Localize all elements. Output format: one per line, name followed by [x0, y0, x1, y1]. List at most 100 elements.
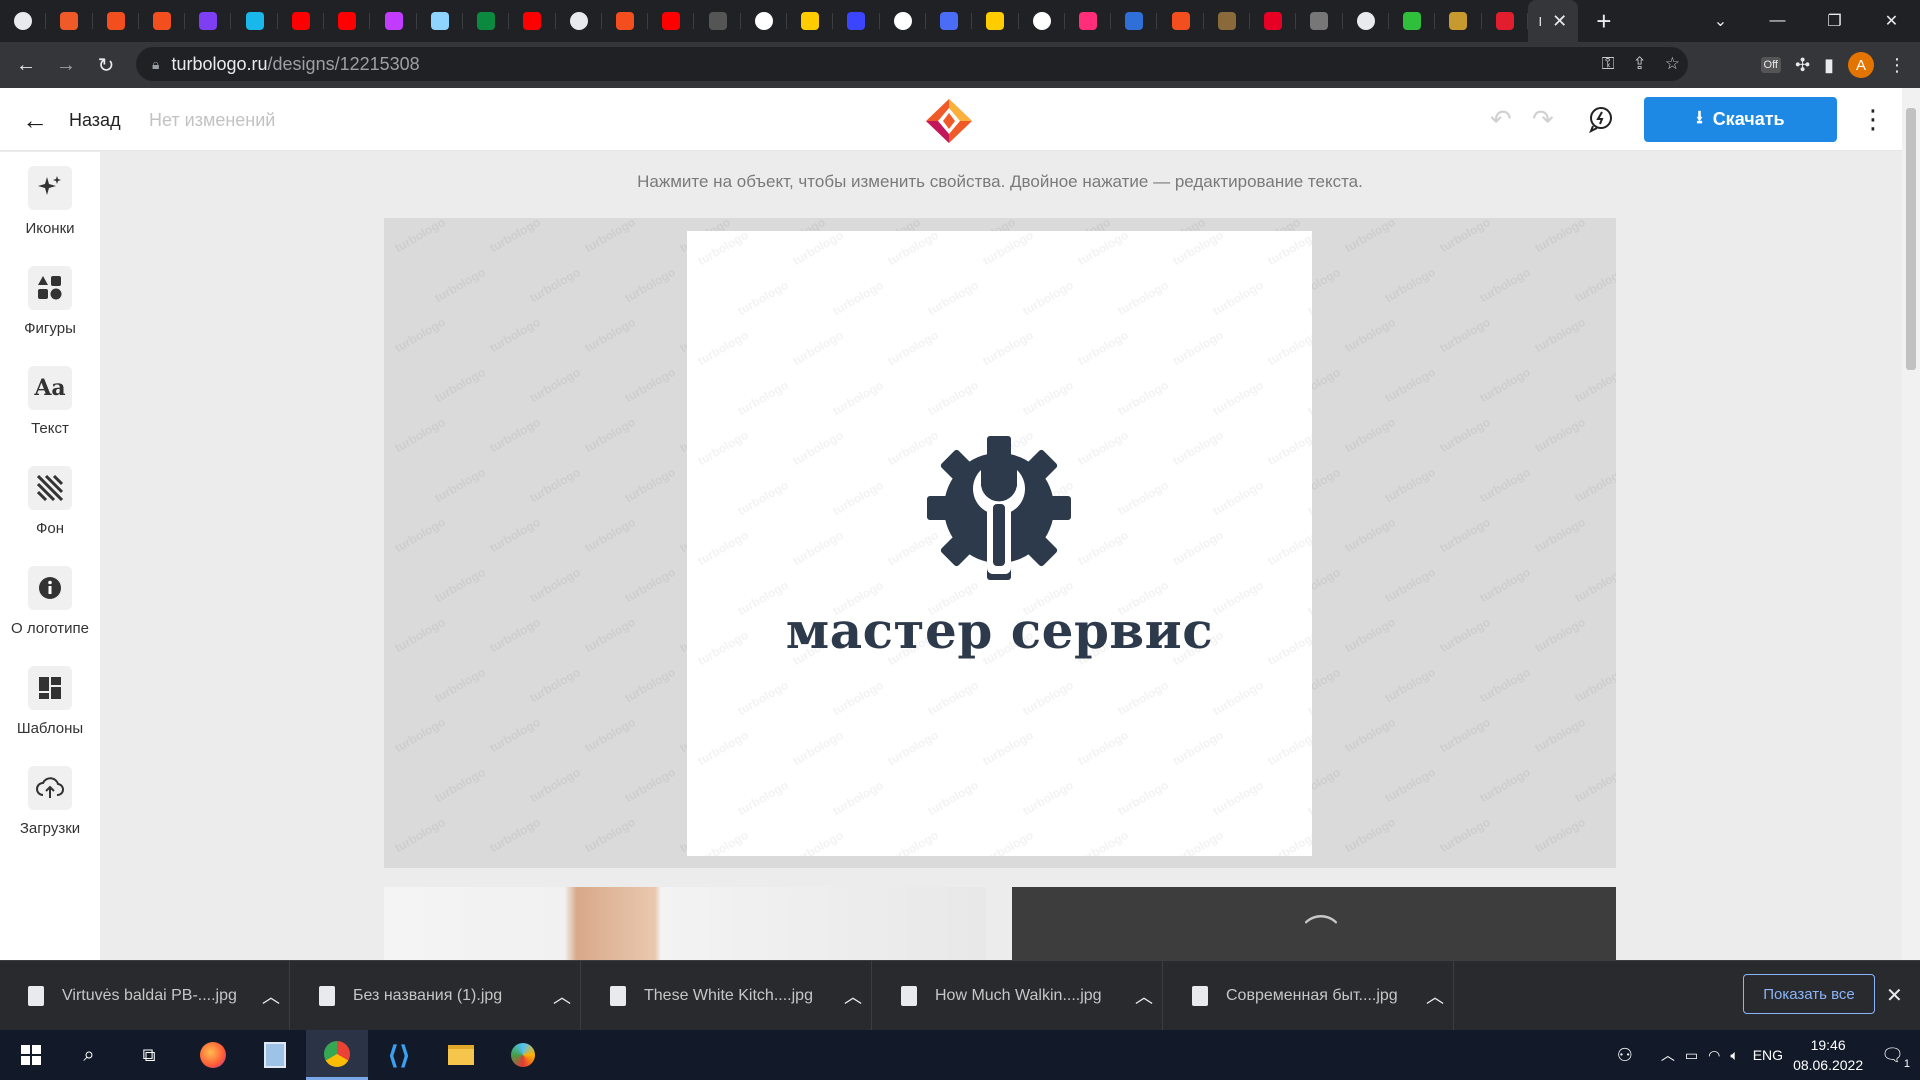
firefox-icon[interactable] [182, 1030, 244, 1080]
browser-tab[interactable] [1296, 0, 1343, 42]
chevron-up-icon[interactable]: ︿ [262, 983, 280, 1009]
download-item[interactable]: How Much Walkin....jpg ︿ [873, 961, 1163, 1031]
new-tab-button[interactable]: + [1584, 6, 1624, 37]
chevron-up-icon[interactable]: ︿ [1426, 983, 1444, 1009]
paint-icon[interactable] [492, 1030, 554, 1080]
browser-tab[interactable] [417, 0, 464, 42]
browser-tab[interactable] [370, 0, 417, 42]
gear-wrench-logo-icon[interactable] [924, 433, 1074, 583]
chrome-icon[interactable] [306, 1030, 368, 1080]
battery-icon[interactable]: ▭ [1685, 1047, 1698, 1064]
download-item[interactable]: Virtuvės baldai PB-....jpg ︿ [0, 961, 290, 1031]
profile-avatar[interactable]: A [1848, 52, 1874, 78]
sidebar-item-background-stripes[interactable]: Фон [0, 466, 100, 537]
notepad-icon[interactable] [244, 1030, 306, 1080]
browser-tab[interactable] [556, 0, 603, 42]
notifications-icon[interactable]: 🗨︎ 1 [1881, 1045, 1910, 1070]
sidebar-item-templates-grid[interactable]: Шаблоны [0, 666, 100, 737]
sidebar-item-text-aa[interactable]: Aa Текст [0, 366, 100, 437]
browser-tab[interactable] [1157, 0, 1205, 42]
sidebar-item-info[interactable]: О логотипе [0, 566, 100, 637]
browser-tab[interactable] [46, 0, 93, 42]
browser-tab[interactable] [93, 0, 140, 42]
chevron-up-icon[interactable]: ︿ [844, 983, 862, 1009]
download-button[interactable]: ⭳ Скачать [1644, 97, 1837, 142]
browser-tab[interactable] [1482, 0, 1529, 42]
browser-tab[interactable] [1204, 0, 1251, 42]
browser-tab[interactable] [880, 0, 927, 42]
share-icon[interactable]: ⇪ [1633, 54, 1647, 74]
task-view-icon[interactable]: ⧉ [118, 1030, 180, 1080]
browser-tab[interactable] [741, 0, 788, 42]
chrome-menu-icon[interactable]: ⋮ [1888, 55, 1906, 76]
redo-icon[interactable]: ↷ [1532, 104, 1554, 135]
search-icon[interactable]: ⌕ [58, 1030, 120, 1080]
side-panel-icon[interactable]: ▮ [1824, 55, 1834, 76]
scrollbar-thumb[interactable] [1906, 108, 1916, 370]
tab-search-chevron-icon[interactable]: ⌄ [1692, 0, 1749, 42]
browser-tab[interactable] [1250, 0, 1297, 42]
restore-button[interactable]: ❐ [1806, 0, 1863, 42]
close-tab-icon[interactable]: ✕ [1552, 11, 1567, 32]
browser-tab[interactable] [278, 0, 325, 42]
download-item[interactable]: These White Kitch....jpg ︿ [582, 961, 872, 1031]
sidebar-item-sparkle[interactable]: Иконки [0, 166, 100, 237]
chevron-up-icon[interactable]: ︿ [553, 983, 571, 1009]
template-card[interactable] [384, 887, 986, 960]
browser-tab[interactable] [833, 0, 880, 42]
back-arrow-icon[interactable]: ← [22, 105, 48, 136]
turbologo-logo-icon[interactable] [924, 98, 974, 144]
browser-tab[interactable] [139, 0, 186, 42]
browser-back-button[interactable]: ← [6, 45, 46, 85]
browser-tab[interactable] [324, 0, 371, 42]
logo-text[interactable]: мастер сервис [687, 601, 1312, 660]
volume-icon[interactable]: 🔈︎ [1730, 1047, 1738, 1064]
browser-forward-button[interactable]: → [46, 45, 86, 85]
browser-tab[interactable] [1389, 0, 1436, 42]
browser-tab[interactable] [1019, 0, 1066, 42]
browser-tab[interactable] [1343, 0, 1390, 42]
sidebar-item-shapes[interactable]: Фигуры [0, 266, 100, 337]
close-window-button[interactable]: ✕ [1863, 0, 1920, 42]
extension-off-icon[interactable]: Off [1760, 57, 1781, 73]
browser-tab[interactable] [0, 0, 47, 42]
download-item[interactable]: Современная быт....jpg ︿ [1164, 961, 1454, 1031]
show-all-downloads-button[interactable]: Показать все [1743, 974, 1875, 1014]
back-button[interactable]: Назад [69, 110, 121, 131]
browser-tab[interactable] [602, 0, 649, 42]
chevron-up-icon[interactable]: ︿ [1135, 983, 1153, 1009]
clock[interactable]: 19:46 08.06.2022 [1793, 1035, 1863, 1075]
address-bar[interactable]: 🔒︎ turbologo.ru/designs/12215308 ⚿ ⇪ ☆ [136, 47, 1688, 81]
people-icon[interactable]: ⚇ [1617, 1045, 1633, 1066]
browser-tab[interactable] [1065, 0, 1112, 42]
extensions-puzzle-icon[interactable]: ✣ [1795, 55, 1810, 76]
more-menu-icon[interactable]: ⋮ [1860, 104, 1886, 135]
browser-tab[interactable] [1111, 0, 1158, 42]
language-indicator[interactable]: ENG [1753, 1047, 1783, 1063]
close-icon[interactable]: ✕ [1886, 983, 1903, 1008]
minimize-button[interactable]: — [1749, 0, 1806, 42]
key-icon[interactable]: ⚿ [1602, 54, 1615, 74]
tray-chevron-icon[interactable]: ︿ [1661, 1045, 1675, 1065]
feedback-chat-icon[interactable] [1586, 104, 1616, 134]
browser-tab[interactable] [463, 0, 510, 42]
browser-tab[interactable] [694, 0, 742, 42]
page-scrollbar[interactable] [1902, 88, 1920, 960]
wifi-icon[interactable]: ◠ [1708, 1047, 1720, 1064]
browser-tab[interactable] [648, 0, 695, 42]
browser-tab[interactable] [509, 0, 556, 42]
browser-tab[interactable] [231, 0, 279, 42]
browser-tab[interactable] [926, 0, 973, 42]
browser-tab[interactable] [1435, 0, 1482, 42]
windows-start-icon[interactable] [0, 1030, 62, 1080]
browser-tab[interactable] [972, 0, 1019, 42]
bookmark-star-icon[interactable]: ☆ [1665, 54, 1680, 74]
file-explorer-icon[interactable] [430, 1030, 492, 1080]
logo-artboard[interactable]: turbologo turbologo turbologo turbologo turb… [687, 231, 1312, 856]
template-card[interactable]: ⌒ [1012, 887, 1616, 960]
sidebar-item-upload-cloud[interactable]: Загрузки [0, 766, 100, 837]
browser-tab[interactable] [185, 0, 232, 42]
reload-button[interactable]: ↻ [86, 45, 126, 85]
active-browser-tab[interactable]: I ✕ [1527, 0, 1578, 42]
undo-icon[interactable]: ↶ [1490, 104, 1512, 135]
